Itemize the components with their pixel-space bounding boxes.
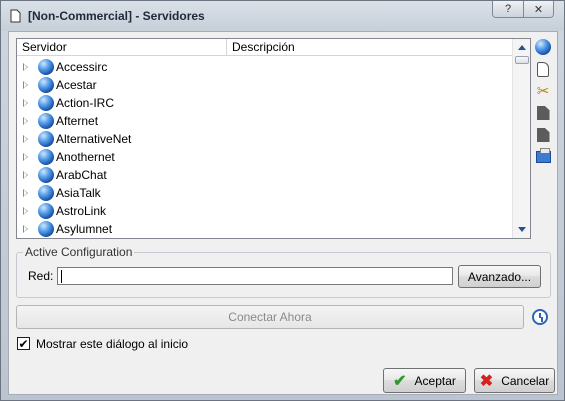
globe-icon	[38, 59, 54, 75]
help-button[interactable]: ?	[493, 1, 523, 17]
advanced-button[interactable]: Avanzado...	[458, 265, 541, 288]
list-header: Servidor Descripción	[17, 39, 512, 56]
expand-icon[interactable]	[23, 153, 28, 161]
list-item[interactable]: Anothernet	[17, 148, 512, 166]
servers-dialog: [Non-Commercial] - Servidores ? ✕ Servid…	[0, 0, 565, 401]
server-rows: Accessirc Acestar Action-IRC Afternet Al…	[17, 58, 512, 238]
server-name: Asylumnet	[56, 222, 113, 236]
server-name: AstroLink	[56, 204, 107, 218]
globe-icon	[38, 131, 54, 147]
list-item[interactable]: Accessirc	[17, 58, 512, 76]
window-title: [Non-Commercial] - Servidores	[28, 9, 205, 23]
server-name: AsiaTalk	[56, 186, 101, 200]
expand-icon[interactable]	[23, 117, 28, 125]
red-input[interactable]	[57, 267, 453, 285]
list-item[interactable]: Acestar	[17, 76, 512, 94]
expand-icon[interactable]	[23, 225, 28, 233]
globe-icon	[38, 167, 54, 183]
globe-icon	[38, 185, 54, 201]
globe-icon	[38, 77, 54, 93]
title-bar[interactable]: [Non-Commercial] - Servidores ? ✕	[1, 1, 564, 31]
accept-label: Aceptar	[414, 373, 456, 388]
expand-icon[interactable]	[23, 189, 28, 197]
column-header-servidor[interactable]: Servidor	[17, 39, 227, 56]
server-name: AlternativeNet	[56, 132, 132, 146]
list-item[interactable]: AlternativeNet	[17, 130, 512, 148]
expand-icon[interactable]	[23, 135, 28, 143]
active-configuration-group: Active Configuration Red: Avanzado...	[16, 245, 551, 298]
server-list[interactable]: Servidor Descripción Accessirc Acestar A…	[16, 38, 531, 239]
list-item[interactable]: Afternet	[17, 112, 512, 130]
document-icon[interactable]	[534, 60, 552, 78]
list-item[interactable]: ArabChat	[17, 166, 512, 184]
cancel-button[interactable]: ✖ Cancelar	[474, 368, 555, 393]
scroll-thumb[interactable]	[515, 56, 529, 64]
expand-icon[interactable]	[23, 99, 28, 107]
expand-icon[interactable]	[23, 171, 28, 179]
globe-icon	[38, 113, 54, 129]
server-name: Action-IRC	[56, 96, 115, 110]
group-legend: Active Configuration	[23, 245, 135, 259]
show-on-start-label[interactable]: Mostrar este diálogo al inicio	[36, 337, 188, 351]
server-name: Acestar	[56, 78, 97, 92]
expand-icon[interactable]	[23, 207, 28, 215]
expand-icon[interactable]	[23, 81, 28, 89]
app-icon	[10, 9, 21, 23]
globe-icon	[38, 221, 54, 237]
title-buttons: ? ✕	[492, 1, 554, 18]
folder-open-icon[interactable]	[534, 148, 552, 166]
red-label: Red:	[28, 269, 54, 283]
close-button[interactable]: ✕	[523, 1, 553, 17]
globe-icon	[38, 149, 54, 165]
list-item[interactable]: Asylumnet	[17, 220, 512, 238]
copy-icon[interactable]	[534, 104, 552, 122]
server-name: Anothernet	[56, 150, 115, 164]
list-item[interactable]: AstroLink	[17, 202, 512, 220]
checkmark-icon: ✔	[393, 372, 407, 390]
server-name: Afternet	[56, 114, 99, 128]
connect-now-button[interactable]: Conectar Ahora	[16, 305, 524, 329]
paste-icon[interactable]	[534, 126, 552, 144]
server-name: Accessirc	[56, 60, 108, 74]
text-caret	[61, 270, 62, 283]
show-on-start-checkbox[interactable]: ✔	[17, 337, 30, 350]
accept-button[interactable]: ✔ Aceptar	[383, 368, 466, 393]
dialog-client: Servidor Descripción Accessirc Acestar A…	[8, 31, 558, 395]
scissors-icon[interactable]: ✂	[534, 82, 552, 100]
scroll-down-icon[interactable]	[518, 227, 526, 232]
cancel-label: Cancelar	[501, 373, 550, 388]
globe-icon	[38, 95, 54, 111]
globe-icon[interactable]	[534, 38, 552, 56]
scroll-up-icon[interactable]	[518, 45, 526, 50]
expand-icon[interactable]	[23, 63, 28, 71]
globe-icon	[38, 203, 54, 219]
list-item[interactable]: Action-IRC	[17, 94, 512, 112]
server-name: ArabChat	[56, 168, 107, 182]
list-item[interactable]: AsiaTalk	[17, 184, 512, 202]
clock-icon[interactable]	[532, 309, 548, 325]
close-icon: ✖	[479, 372, 494, 390]
column-header-descripcion[interactable]: Descripción	[227, 39, 512, 56]
side-toolbar: ✂	[534, 38, 554, 170]
vertical-scrollbar[interactable]	[512, 39, 530, 238]
